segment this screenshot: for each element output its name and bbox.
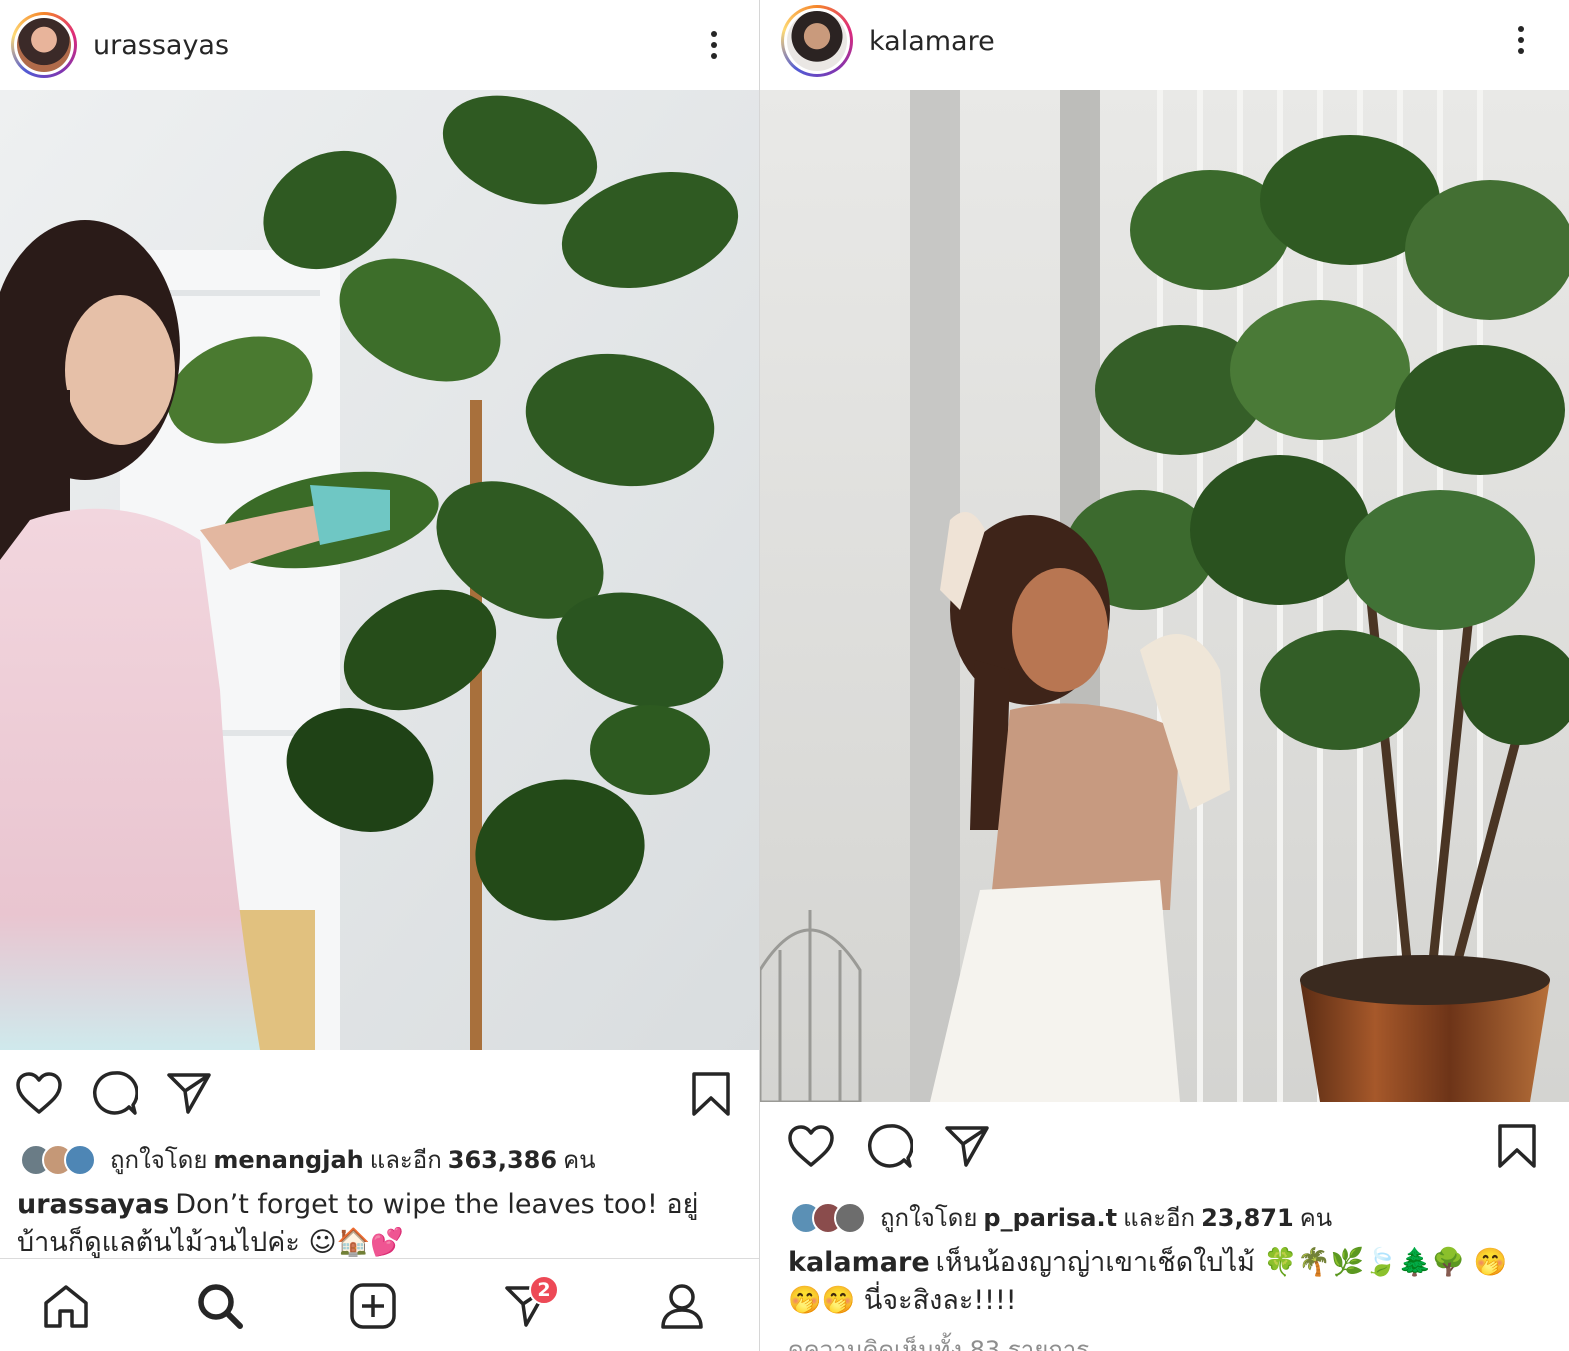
likes-count[interactable]: 23,871 xyxy=(1201,1204,1294,1232)
caption-emojis: ☺🏠💕 xyxy=(308,1227,404,1258)
post-username[interactable]: kalamare xyxy=(869,26,995,57)
post-header: kalamare xyxy=(760,0,1569,82)
more-options-icon[interactable] xyxy=(1506,18,1536,62)
liker-avatars xyxy=(20,1143,96,1176)
view-comments-link[interactable]: ดูความคิดเห็นทั้ง 83 รายการ xyxy=(788,1330,1089,1351)
likes-count[interactable]: 363,386 xyxy=(448,1146,557,1174)
liker-avatars xyxy=(790,1201,866,1234)
post-actions xyxy=(0,1050,759,1136)
profile-icon[interactable] xyxy=(642,1259,722,1351)
direct-icon[interactable]: 2 xyxy=(487,1259,567,1351)
right-post: kalamare ถูกใจโดย p_parisa.t และอีก 23,8… xyxy=(760,0,1569,1351)
more-options-icon[interactable] xyxy=(699,23,729,67)
caption-emojis-line2: 🤭🤭 xyxy=(788,1285,856,1316)
bookmark-icon[interactable] xyxy=(1495,1121,1539,1171)
likes-suffix: คน xyxy=(1299,1204,1333,1232)
caption-username[interactable]: urassayas xyxy=(17,1189,169,1220)
post-caption: urassayas Don’t forget to wipe the leaves… xyxy=(17,1186,717,1262)
likes-summary[interactable]: ถูกใจโดย p_parisa.t และอีก 23,871 คน xyxy=(790,1198,1332,1237)
home-icon[interactable] xyxy=(26,1259,106,1351)
add-post-icon[interactable] xyxy=(333,1259,413,1351)
liked-by-prefix: ถูกใจโดย xyxy=(110,1146,208,1174)
comment-icon[interactable] xyxy=(865,1123,915,1169)
liked-by-username[interactable]: p_parisa.t xyxy=(983,1204,1117,1232)
user-avatar[interactable] xyxy=(781,5,853,77)
liked-by-prefix: ถูกใจโดย xyxy=(880,1204,978,1232)
direct-badge: 2 xyxy=(529,1275,559,1305)
bookmark-icon[interactable] xyxy=(689,1070,733,1118)
caption-text: เห็นน้องญาญ่าเขาเช็ดใบไม้ xyxy=(935,1247,1255,1278)
likes-suffix: คน xyxy=(563,1146,596,1174)
post-photo[interactable] xyxy=(760,90,1569,1102)
post-actions xyxy=(760,1103,1569,1189)
post-caption: kalamare เห็นน้องญาญ่าเขาเช็ดใบไม้ 🍀🌴🌿🍃🌲🌳… xyxy=(788,1244,1548,1320)
comment-icon[interactable] xyxy=(90,1070,140,1116)
caption-text-line2: นี่จะสิงละ!!!! xyxy=(863,1285,1017,1316)
search-icon[interactable] xyxy=(180,1259,260,1351)
bottom-navigation: 2 xyxy=(0,1258,759,1351)
caption-emojis: 🍀🌴🌿🍃🌲🌳 🤭 xyxy=(1263,1247,1508,1278)
share-icon[interactable] xyxy=(165,1070,213,1116)
left-post: urassayas ถูกใจโดย menangjah และอีก 363,… xyxy=(0,0,759,1351)
user-avatar[interactable] xyxy=(11,12,77,78)
share-icon[interactable] xyxy=(943,1123,991,1169)
liked-others-label: และอีก xyxy=(1123,1204,1196,1232)
like-heart-icon[interactable] xyxy=(786,1123,836,1169)
post-username[interactable]: urassayas xyxy=(93,30,229,61)
post-photo[interactable] xyxy=(0,90,759,1050)
likes-summary[interactable]: ถูกใจโดย menangjah และอีก 363,386 คน xyxy=(20,1140,596,1179)
liked-others-label: และอีก xyxy=(369,1146,442,1174)
liked-by-username[interactable]: menangjah xyxy=(213,1146,363,1174)
caption-username[interactable]: kalamare xyxy=(788,1247,930,1278)
like-heart-icon[interactable] xyxy=(14,1070,64,1116)
post-header: urassayas xyxy=(0,0,759,90)
